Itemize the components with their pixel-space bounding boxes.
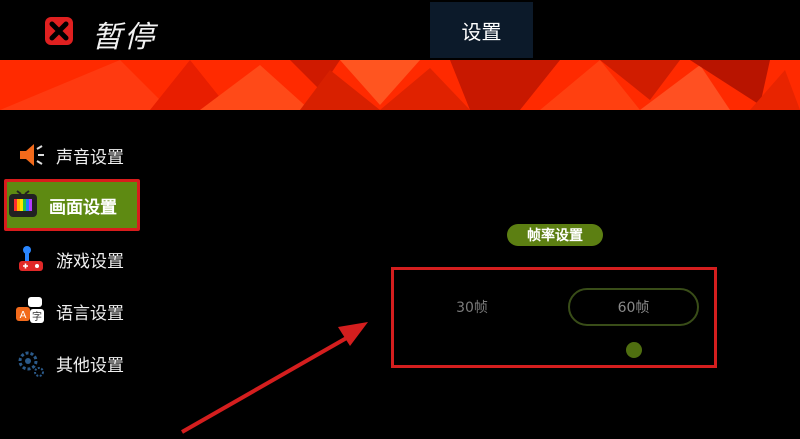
annotation-arrow	[181, 322, 368, 434]
